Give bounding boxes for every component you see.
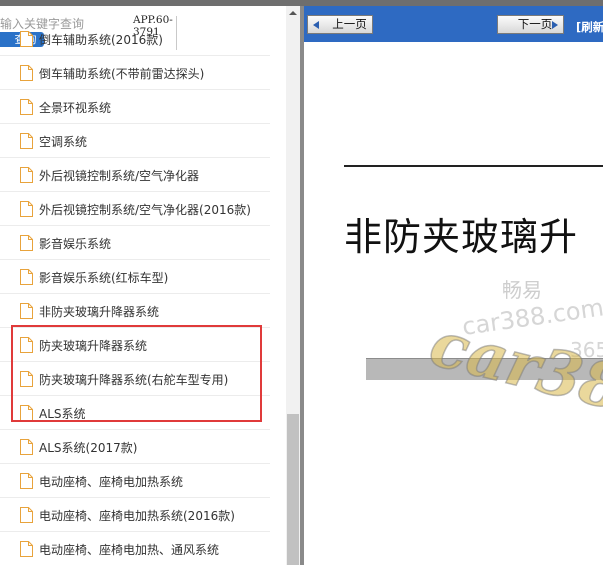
tree-item[interactable]: 电动座椅、座椅电加热系统 [0, 464, 270, 498]
document-icon [20, 133, 33, 149]
prev-page-button[interactable]: 上一页 [307, 15, 373, 34]
document-rule [344, 165, 603, 167]
tree-item-label: 影音娱乐系统(红标车型) [39, 271, 169, 285]
tree-item[interactable]: 影音娱乐系统 [0, 226, 270, 260]
scroll-up-arrow-icon[interactable] [286, 6, 300, 20]
tree-item[interactable]: 电动座椅、座椅电加热、通风系统 [0, 532, 270, 565]
tree-item-label: 非防夹玻璃升降器系统 [39, 305, 160, 319]
tree-item[interactable]: 非防夹玻璃升降器系统 [0, 294, 270, 328]
system-tree: 倒车辅助系统(2016款) 倒车辅助系统(不带前雷达探头) 全景环视系统 空调系统外后… [0, 22, 270, 565]
tree-item-label: 全景环视系统 [39, 101, 112, 115]
next-page-button[interactable]: 下一页 [497, 15, 564, 34]
viewer-toolbar: 上一页 下一页 [刷新 [304, 6, 603, 42]
tree-item[interactable]: 电动座椅、座椅电加热系统(2016款) [0, 498, 270, 532]
document-icon [20, 167, 33, 183]
scroll-thumb[interactable] [287, 414, 299, 565]
tree-item-label: 外后视镜控制系统/空气净化器 [39, 169, 200, 183]
next-page-label: 下一页 [517, 17, 553, 31]
document-icon [20, 473, 33, 489]
document-viewer: 上一页 下一页 [刷新 非防夹玻璃升 [304, 6, 603, 565]
tree-item[interactable]: 外后视镜控制系统/空气净化器(2016款) [0, 192, 270, 226]
tree-item[interactable]: 空调系统 [0, 124, 270, 158]
arrow-left-icon [313, 21, 319, 29]
arrow-right-icon [552, 21, 558, 29]
tree-item-label: ALS系统(2017款) [39, 441, 138, 455]
tree-item-label: 倒车辅助系统(2016款) [39, 33, 163, 47]
prev-page-label: 上一页 [332, 17, 367, 31]
document-icon [20, 269, 33, 285]
catalog-scrollbar[interactable] [286, 6, 300, 565]
tree-item-label: 电动座椅、座椅电加热系统(2016款) [39, 509, 235, 523]
document-title: 非防夹玻璃升 [344, 215, 579, 259]
tree-item-label: 空调系统 [39, 135, 88, 149]
tree-item[interactable]: 影音娱乐系统(红标车型) [0, 260, 270, 294]
tree-item-label: 倒车辅助系统(不带前雷达探头) [39, 67, 205, 81]
document-icon [20, 439, 33, 455]
tree-item-label: 电动座椅、座椅电加热系统 [39, 475, 184, 489]
tree-item-label: 影音娱乐系统 [39, 237, 112, 251]
tree-item-label: 电动座椅、座椅电加热、通风系统 [39, 543, 220, 557]
document-icon [20, 201, 33, 217]
tree-item[interactable]: 全景环视系统 [0, 90, 270, 124]
document-icon [20, 65, 33, 81]
tree-item[interactable]: ALS系统(2017款) [0, 430, 270, 464]
selection-highlight-box [11, 325, 262, 422]
document-icon [20, 303, 33, 319]
document-icon [20, 235, 33, 251]
refresh-link[interactable]: [刷新 [576, 19, 603, 35]
document-icon [20, 507, 33, 523]
catalog-pane: 查询 APP.60-3791 倒车辅助系统(2016款)倒车辅助系统(不带前雷达… [0, 6, 286, 565]
tree-item-label: 外后视镜控制系统/空气净化器(2016款) [39, 203, 251, 217]
tree-item[interactable]: 倒车辅助系统(不带前雷达探头) [0, 56, 270, 90]
document-gray-band [366, 358, 603, 380]
tree-item[interactable]: 外后视镜控制系统/空气净化器 [0, 158, 270, 192]
tree-item[interactable]: 倒车辅助系统(2016款) [0, 22, 270, 56]
document-icon [20, 99, 33, 115]
document-icon [20, 31, 33, 47]
document-icon [20, 541, 33, 557]
